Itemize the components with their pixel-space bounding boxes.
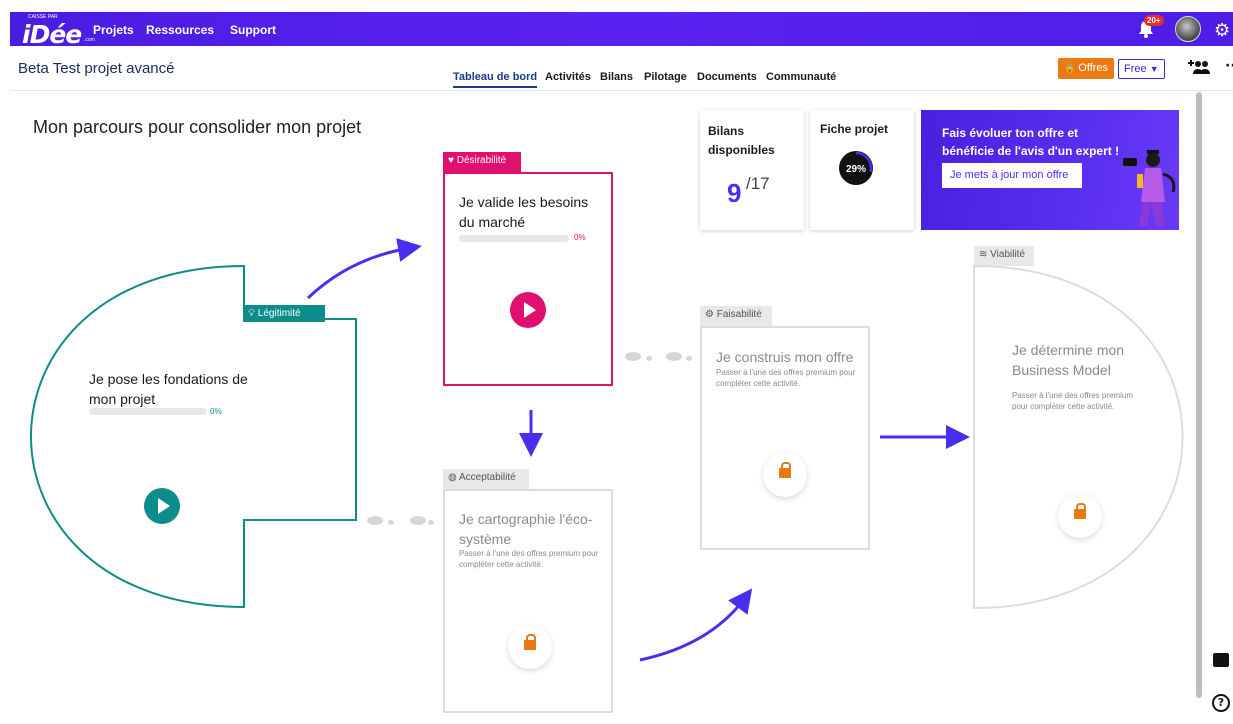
- gears-icon: ⚙: [705, 309, 714, 320]
- lock-icon: [779, 462, 791, 478]
- project-header: Beta Test projet avancé Tableau de bord …: [10, 46, 1233, 91]
- fiche-percent: 29%: [846, 164, 866, 175]
- more-icon[interactable]: ··: [1225, 58, 1233, 74]
- promo-button[interactable]: Je mets à jour mon offre: [942, 163, 1082, 188]
- legitimite-play-button[interactable]: [144, 488, 180, 524]
- handshake-icon: ≋: [979, 249, 988, 260]
- app-logo[interactable]: CAISSE PAR iDée .com: [22, 14, 95, 49]
- desirabilite-progress-bar: [459, 235, 569, 242]
- bilans-total: /17: [746, 174, 770, 193]
- viabilite-card-shape: [973, 264, 1184, 610]
- gear-icon[interactable]: ⚙: [1214, 20, 1230, 41]
- help-icon[interactable]: ?: [1212, 694, 1230, 712]
- arrow-to-faisabilite: [639, 588, 753, 662]
- viabilite-label: ≋ Viabilité: [974, 246, 1034, 266]
- faisabilite-lock-button[interactable]: [763, 453, 807, 497]
- lock-icon: 🔒: [1064, 63, 1076, 73]
- page-title: Mon parcours pour consolider mon projet: [33, 117, 362, 137]
- explorer-illustration: [1123, 150, 1176, 226]
- nav-ressources[interactable]: Ressources: [146, 23, 214, 37]
- footstep-icon: [666, 352, 682, 361]
- tab-pilotage[interactable]: Pilotage: [644, 71, 687, 83]
- viabilite-title: Je détermine mon Business Model: [1012, 342, 1125, 378]
- lock-icon: [1074, 503, 1086, 519]
- acceptabilite-label: ◍ Acceptabilité: [443, 469, 529, 489]
- tab-bilans[interactable]: Bilans: [600, 71, 633, 83]
- offres-label: Offres: [1078, 62, 1109, 74]
- lock-icon: [524, 634, 536, 650]
- acceptabilite-label-text: Acceptabilité: [458, 472, 516, 483]
- tab-tableau-de-bord[interactable]: Tableau de bord: [453, 71, 538, 88]
- nav-support[interactable]: Support: [230, 23, 276, 37]
- desirabilite-label: ♥ Désirabilité: [443, 152, 521, 172]
- footstep-icon: [625, 352, 641, 361]
- notification-badge: 20+: [1144, 15, 1164, 26]
- nav-projets[interactable]: Projets: [93, 23, 134, 37]
- footstep-icon: [410, 516, 426, 525]
- fiche-projet-card[interactable]: Fiche projet 29%: [810, 110, 914, 230]
- promo-banner: Fais évoluer ton offre et bénéficie de l…: [921, 110, 1179, 230]
- footstep-icon: [367, 516, 383, 525]
- viabilite-label-text: Viabilité: [990, 249, 1026, 260]
- acceptabilite-lock-button[interactable]: [508, 625, 552, 669]
- legitimite-progress-bar: [89, 408, 207, 415]
- tab-documents[interactable]: Documents: [697, 71, 757, 83]
- faisabilite-label: ⚙ Faisabilité: [700, 306, 772, 326]
- desirabilite-title[interactable]: Je valide les besoins du marché: [459, 192, 604, 232]
- avatar[interactable]: [1175, 16, 1201, 42]
- bilans-card[interactable]: Bilans disponibles 9 /17: [700, 110, 804, 230]
- tab-activites[interactable]: Activités: [545, 71, 591, 83]
- bilans-title: Bilans disponibles: [708, 124, 775, 157]
- legitimite-label-text: Légitimité: [257, 308, 301, 319]
- acceptabilite-title: Je cartographie l'éco-système: [459, 511, 593, 547]
- faisabilite-note: Passer à l'une des offres premium pour c…: [716, 368, 856, 388]
- acceptabilite-note: Passer à l'une des offres premium pour c…: [459, 549, 599, 569]
- logo-text: iDée: [22, 20, 82, 49]
- globe-icon: ◍: [448, 472, 457, 483]
- fiche-progress-ring: 29%: [839, 151, 873, 185]
- desirabilite-label-text: Désirabilité: [456, 155, 507, 166]
- desirabilite-progress: 0%: [574, 233, 586, 242]
- chat-icon[interactable]: [1213, 653, 1229, 667]
- legitimite-progress: 0%: [210, 407, 222, 416]
- plan-dropdown[interactable]: Free ▼: [1118, 59, 1165, 79]
- plan-label: Free: [1124, 63, 1147, 75]
- viabilite-lock-button[interactable]: [1058, 494, 1102, 538]
- fiche-title: Fiche projet: [820, 122, 889, 136]
- legitimite-label: 💡︎ Légitimité: [243, 305, 325, 322]
- offres-button[interactable]: 🔒 Offres: [1058, 58, 1115, 79]
- bulb-icon: 💡︎: [248, 308, 255, 319]
- heart-icon: ♥: [448, 155, 454, 166]
- project-title[interactable]: Beta Test projet avancé: [18, 60, 175, 77]
- scrollbar[interactable]: [1196, 92, 1202, 698]
- add-user-icon[interactable]: [1186, 59, 1210, 75]
- promo-text: Fais évoluer ton offre et bénéficie de l…: [942, 126, 1120, 158]
- logo-suffix: .com: [84, 37, 95, 43]
- desirabilite-play-button[interactable]: [510, 292, 546, 328]
- tab-communaute[interactable]: Communauté: [766, 71, 836, 83]
- faisabilite-title: Je construis mon offre: [716, 349, 854, 365]
- chevron-down-icon: ▼: [1149, 64, 1159, 74]
- bilans-value: 9: [727, 178, 742, 208]
- footstep-icon: [686, 356, 692, 361]
- viabilite-note: Passer à l'une des offres premium pour c…: [1012, 391, 1133, 411]
- top-bar: CAISSE PAR iDée .com Projets Ressources …: [10, 12, 1233, 49]
- faisabilite-label-text: Faisabilité: [716, 309, 762, 320]
- footstep-icon: [428, 520, 434, 525]
- footstep-icon: [388, 520, 394, 525]
- legitimite-title[interactable]: Je pose les fondations de mon projet: [89, 369, 249, 409]
- footstep-icon: [646, 356, 652, 361]
- app-window: CAISSE PAR iDée .com Projets Ressources …: [0, 0, 1233, 724]
